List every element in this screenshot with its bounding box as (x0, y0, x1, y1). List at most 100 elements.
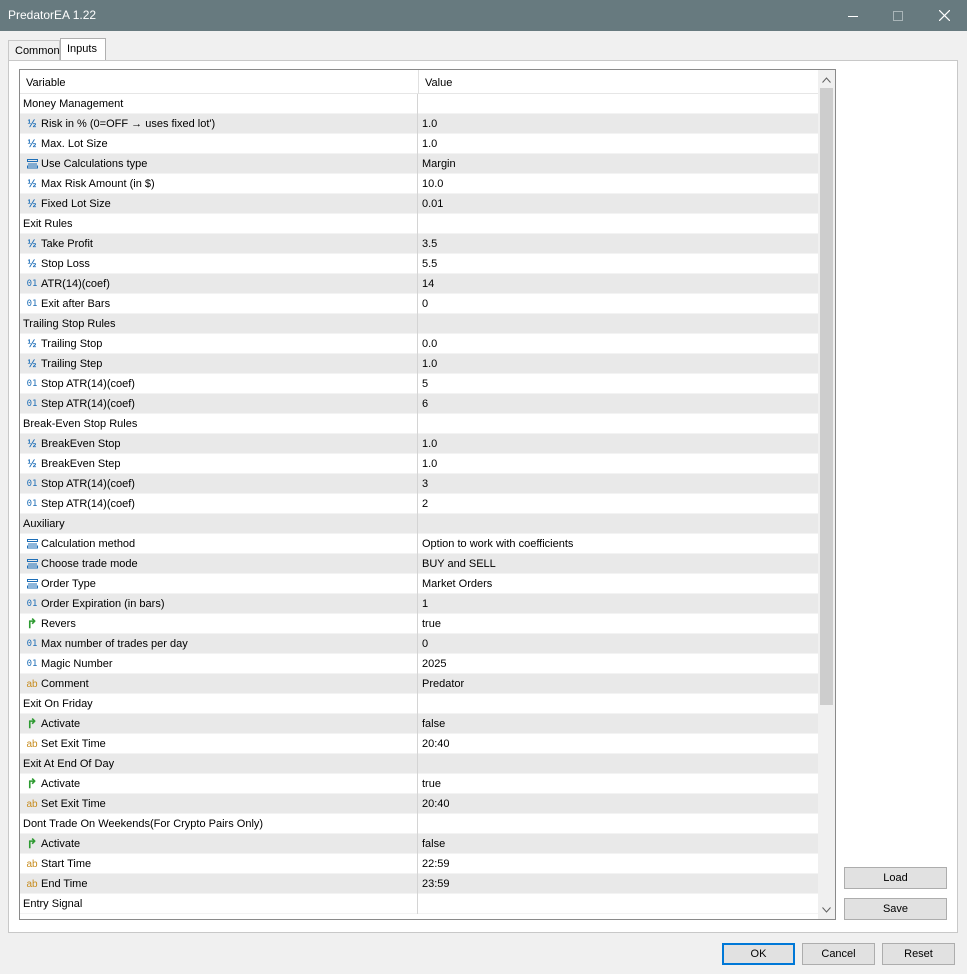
parameter-value[interactable]: 5.5 (422, 258, 437, 270)
scrollbar-thumb[interactable] (820, 88, 833, 705)
parameter-value[interactable]: true (422, 618, 441, 630)
tab-common[interactable]: Common (8, 40, 60, 60)
parameter-row[interactable]: ↱ Activate false (20, 834, 818, 854)
section-row[interactable]: Exit Rules (20, 214, 818, 234)
parameter-row[interactable]: ½ Risk in % (0=OFF → uses fixed lot') 1.0 (20, 114, 818, 134)
parameter-row[interactable]: 01 Stop ATR(14)(coef) 3 (20, 474, 818, 494)
section-row[interactable]: Entry Signal (20, 894, 818, 914)
parameter-row[interactable]: ab Set Exit Time 20:40 (20, 794, 818, 814)
column-header-value[interactable]: Value (425, 77, 452, 89)
parameter-row[interactable]: 01 Stop ATR(14)(coef) 5 (20, 374, 818, 394)
variable-cell: Money Management (20, 94, 418, 114)
scroll-down-icon[interactable] (818, 901, 835, 918)
parameter-row[interactable]: Use Calculations type Margin (20, 154, 818, 174)
variable-cell: ↱ Activate (20, 774, 418, 794)
column-header-variable[interactable]: Variable (26, 77, 66, 89)
parameter-value[interactable]: 3 (422, 478, 428, 490)
parameter-value[interactable]: 22:59 (422, 858, 450, 870)
parameter-row[interactable]: ½ BreakEven Stop 1.0 (20, 434, 818, 454)
minimize-icon[interactable] (830, 0, 876, 31)
parameter-value[interactable]: 3.5 (422, 238, 437, 250)
parameter-row[interactable]: ↱ Revers true (20, 614, 818, 634)
parameter-row[interactable]: ½ Max Risk Amount (in $) 10.0 (20, 174, 818, 194)
parameter-row[interactable]: ½ Trailing Step 1.0 (20, 354, 818, 374)
parameter-row[interactable]: ab Comment Predator (20, 674, 818, 694)
load-button[interactable]: Load (844, 867, 947, 889)
parameter-value[interactable]: false (422, 838, 445, 850)
column-divider[interactable] (418, 70, 419, 94)
parameter-row[interactable]: 01 ATR(14)(coef) 14 (20, 274, 818, 294)
parameter-value[interactable]: 1 (422, 598, 428, 610)
section-row[interactable]: Exit At End Of Day (20, 754, 818, 774)
parameter-row[interactable]: Order Type Market Orders (20, 574, 818, 594)
section-label: Exit On Friday (23, 698, 93, 710)
section-row[interactable]: Trailing Stop Rules (20, 314, 818, 334)
parameter-value[interactable]: 14 (422, 278, 434, 290)
parameter-row[interactable]: ½ Trailing Stop 0.0 (20, 334, 818, 354)
close-icon[interactable] (921, 0, 967, 31)
parameter-name: BreakEven Step (41, 458, 121, 470)
parameter-value[interactable]: 0.01 (422, 198, 443, 210)
integer-icon: 01 (26, 639, 38, 649)
parameter-row[interactable]: 01 Order Expiration (in bars) 1 (20, 594, 818, 614)
string-icon: ab (26, 798, 38, 810)
parameter-row[interactable]: ½ Take Profit 3.5 (20, 234, 818, 254)
parameter-value[interactable]: 2025 (422, 658, 446, 670)
parameter-value[interactable]: 20:40 (422, 738, 450, 750)
section-row[interactable]: Dont Trade On Weekends(For Crypto Pairs … (20, 814, 818, 834)
scroll-up-icon[interactable] (818, 71, 835, 88)
parameter-row[interactable]: 01 Exit after Bars 0 (20, 294, 818, 314)
parameter-value[interactable]: 1.0 (422, 118, 437, 130)
parameter-row[interactable]: ½ Fixed Lot Size 0.01 (20, 194, 818, 214)
parameter-row[interactable]: ½ BreakEven Step 1.0 (20, 454, 818, 474)
parameter-value[interactable]: Market Orders (422, 578, 492, 590)
cancel-button[interactable]: Cancel (802, 943, 875, 965)
section-label: Entry Signal (23, 898, 83, 910)
parameter-value[interactable]: 5 (422, 378, 428, 390)
reset-button[interactable]: Reset (882, 943, 955, 965)
parameter-value[interactable]: 0.0 (422, 338, 437, 350)
tab-inputs[interactable]: Inputs (60, 38, 106, 61)
variable-cell: ↱ Activate (20, 834, 418, 854)
parameter-row[interactable]: Choose trade mode BUY and SELL (20, 554, 818, 574)
parameter-value[interactable]: 10.0 (422, 178, 443, 190)
parameter-value[interactable]: 1.0 (422, 138, 437, 150)
section-label: Exit At End Of Day (23, 758, 115, 770)
parameter-value[interactable]: 0 (422, 638, 428, 650)
section-row[interactable]: Exit On Friday (20, 694, 818, 714)
section-row[interactable]: Break-Even Stop Rules (20, 414, 818, 434)
parameter-value[interactable]: 1.0 (422, 358, 437, 370)
parameter-value[interactable]: BUY and SELL (422, 558, 496, 570)
parameter-value[interactable]: 1.0 (422, 458, 437, 470)
section-row[interactable]: Money Management (20, 94, 818, 114)
parameter-value[interactable]: Margin (422, 158, 456, 170)
parameter-row[interactable]: ↱ Activate false (20, 714, 818, 734)
section-row[interactable]: Auxiliary (20, 514, 818, 534)
parameter-row[interactable]: ab End Time 23:59 (20, 874, 818, 894)
parameter-row[interactable]: ab Set Exit Time 20:40 (20, 734, 818, 754)
parameter-value[interactable]: 2 (422, 498, 428, 510)
parameter-name: Max. Lot Size (41, 138, 108, 150)
ok-button[interactable]: OK (722, 943, 795, 965)
parameter-row[interactable]: ½ Max. Lot Size 1.0 (20, 134, 818, 154)
parameter-row[interactable]: 01 Max number of trades per day 0 (20, 634, 818, 654)
parameter-value[interactable]: true (422, 778, 441, 790)
parameter-value[interactable]: 0 (422, 298, 428, 310)
save-button[interactable]: Save (844, 898, 947, 920)
parameter-row[interactable]: 01 Step ATR(14)(coef) 2 (20, 494, 818, 514)
parameter-value[interactable]: Predator (422, 678, 464, 690)
parameter-value[interactable]: false (422, 718, 445, 730)
parameter-value[interactable]: Option to work with coefficients (422, 538, 573, 550)
vertical-scrollbar[interactable] (818, 70, 835, 919)
parameter-row[interactable]: 01 Step ATR(14)(coef) 6 (20, 394, 818, 414)
parameter-value[interactable]: 6 (422, 398, 428, 410)
parameter-row[interactable]: ↱ Activate true (20, 774, 818, 794)
parameter-value[interactable]: 20:40 (422, 798, 450, 810)
section-label: Dont Trade On Weekends(For Crypto Pairs … (23, 818, 264, 830)
parameter-row[interactable]: Calculation method Option to work with co… (20, 534, 818, 554)
parameter-value[interactable]: 1.0 (422, 438, 437, 450)
parameter-row[interactable]: ½ Stop Loss 5.5 (20, 254, 818, 274)
parameter-row[interactable]: ab Start Time 22:59 (20, 854, 818, 874)
parameter-value[interactable]: 23:59 (422, 878, 450, 890)
parameter-row[interactable]: 01 Magic Number 2025 (20, 654, 818, 674)
